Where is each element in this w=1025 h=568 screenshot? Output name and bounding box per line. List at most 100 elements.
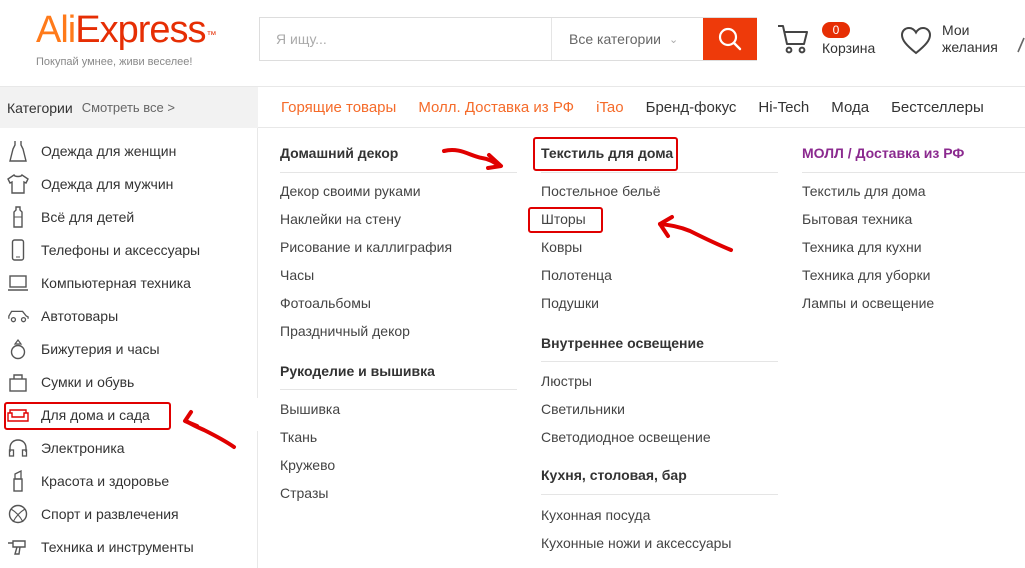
sidebar-item-label: Одежда для женщин [41, 142, 177, 159]
sidebar-item-label: Техника и инструменты [41, 538, 194, 555]
heart-icon [900, 26, 932, 55]
menu-item[interactable]: Кухонная посуда [541, 507, 650, 523]
dress-icon [7, 140, 29, 162]
nav-link-brand-focus[interactable]: Бренд-фокус [646, 99, 737, 116]
category-navbar: Категории Смотреть все > Горящие товары … [0, 86, 1025, 128]
menu-group-title[interactable]: Кухня, столовая, бар [541, 467, 687, 483]
logo-ali-text: Ali [36, 9, 76, 51]
menu-group-title[interactable]: Внутреннее освещение [541, 335, 704, 351]
divider [280, 172, 517, 173]
highlight-box-home-garden [4, 402, 171, 430]
search-category-select[interactable]: Все категории ⌄ [551, 18, 703, 60]
categories-title: Категории [7, 99, 73, 116]
sidebar-item-beauty[interactable]: Красота и здоровье [0, 464, 258, 497]
sidebar-item-label: Сумки и обувь [41, 373, 135, 390]
cart-link[interactable]: 0 Корзина [776, 20, 886, 64]
menu-item[interactable]: Светильники [541, 401, 625, 417]
menu-item[interactable]: Бытовая техника [802, 211, 912, 227]
shirt-icon [7, 173, 29, 195]
bag-icon [7, 371, 29, 393]
ring-icon [7, 338, 29, 360]
divider [802, 172, 1025, 173]
sidebar-item-jewelry[interactable]: Бижутерия и часы [0, 332, 258, 365]
sidebar-item-bags[interactable]: Сумки и обувь [0, 365, 258, 398]
sidebar-item-label: Всё для детей [41, 208, 135, 225]
wishlist-link[interactable]: Мои желания [900, 22, 1020, 66]
sidebar-item-kids[interactable]: Всё для детей [0, 200, 258, 233]
menu-item[interactable]: Праздничный декор [280, 323, 410, 339]
menu-item[interactable]: Ткань [280, 429, 317, 445]
cart-icon [778, 25, 808, 54]
highlight-box-textile [533, 137, 678, 171]
menu-item[interactable]: Светодиодное освещение [541, 429, 711, 445]
laptop-icon [7, 272, 29, 294]
account-icon[interactable] [1016, 36, 1025, 54]
sidebar-item-label: Спорт и развлечения [41, 505, 179, 522]
drill-icon [7, 536, 29, 558]
menu-item[interactable]: Кухонные ножи и аксессуары [541, 535, 731, 551]
menu-item[interactable]: Техника для кухни [802, 239, 922, 255]
menu-item[interactable]: Наклейки на стену [280, 211, 401, 227]
menu-group-title[interactable]: МОЛЛ / Доставка из РФ [802, 145, 964, 161]
cart-count-badge: 0 [822, 22, 850, 38]
menu-item[interactable]: Кружево [280, 457, 335, 473]
menu-item[interactable]: Вышивка [280, 401, 340, 417]
ball-icon [7, 503, 29, 525]
arrow-to-curtains [658, 222, 733, 252]
categories-header: Категории Смотреть все > [0, 87, 258, 128]
menu-item[interactable]: Текстиль для дома [802, 183, 926, 199]
menu-item[interactable]: Стразы [280, 485, 328, 501]
menu-item[interactable]: Полотенца [541, 267, 612, 283]
sidebar-item-men[interactable]: Одежда для мужчин [0, 167, 258, 200]
chevron-down-icon: ⌄ [668, 33, 679, 46]
divider [541, 494, 778, 495]
lipstick-icon [7, 469, 29, 492]
sidebar-item-tools[interactable]: Техника и инструменты [0, 530, 258, 563]
nav-link-hi-tech[interactable]: Hi-Tech [758, 99, 809, 116]
sidebar-item-computers[interactable]: Компьютерная техника [0, 266, 258, 299]
nav-link-fashion[interactable]: Мода [831, 99, 869, 116]
menu-item[interactable]: Постельное бельё [541, 183, 661, 199]
menu-item[interactable]: Техника для уборки [802, 267, 930, 283]
menu-item[interactable]: Декор своими руками [280, 183, 421, 199]
nav-link-bestsellers[interactable]: Бестселлеры [891, 99, 984, 116]
sidebar-item-label: Бижутерия и часы [41, 340, 160, 357]
nav-link-hot-deals[interactable]: Горящие товары [281, 99, 396, 116]
divider [541, 172, 778, 173]
sidebar-item-electronics[interactable]: Электроника [0, 431, 258, 464]
nav-link-mall[interactable]: Молл. Доставка из РФ [418, 99, 574, 116]
tagline: Покупай умнее, живи веселее! [36, 56, 193, 68]
see-all-link[interactable]: Смотреть все > [82, 100, 175, 115]
menu-group-title[interactable]: Рукоделие и вышивка [280, 363, 435, 379]
nav-link-itao[interactable]: iTao [596, 99, 624, 116]
search-input[interactable] [260, 18, 551, 60]
menu-item[interactable]: Ковры [541, 239, 582, 255]
sidebar-item-label: Одежда для мужчин [41, 175, 174, 192]
menu-item[interactable]: Рисование и каллиграфия [280, 239, 452, 255]
sidebar-item-label: Телефоны и аксессуары [41, 241, 201, 258]
menu-item[interactable]: Часы [280, 267, 314, 283]
arrow-to-textile-head [486, 153, 503, 170]
sidebar-item-women[interactable]: Одежда для женщин [0, 134, 258, 167]
sidebar-item-label: Автотовары [41, 307, 119, 324]
sidebar-item-sport[interactable]: Спорт и развлечения [0, 497, 258, 530]
bottle-icon [7, 205, 29, 228]
menu-group-title[interactable]: Домашний декор [280, 145, 398, 161]
aliexpress-logo[interactable]: AliExpress™ [36, 8, 217, 52]
menu-item[interactable]: Лампы и освещение [802, 295, 934, 311]
menu-item[interactable]: Фотоальбомы [280, 295, 371, 311]
search-icon [718, 27, 742, 51]
menu-item[interactable]: Подушки [541, 295, 599, 311]
logo-trademark: ™ [206, 30, 217, 41]
sidebar-item-label: Красота и здоровье [41, 472, 170, 489]
phone-icon [7, 238, 29, 261]
arrow-to-curtains-head [658, 215, 674, 238]
sidebar-item-phones[interactable]: Телефоны и аксессуары [0, 233, 258, 266]
cart-label: Корзина [822, 40, 876, 56]
search-button[interactable] [703, 18, 757, 60]
menu-item[interactable]: Люстры [541, 373, 592, 389]
arrow-to-textile [442, 148, 502, 168]
car-icon [7, 305, 29, 327]
sidebar-item-auto[interactable]: Автотовары [0, 299, 258, 332]
nav-links: Горящие товары Молл. Доставка из РФ iTao… [281, 87, 1006, 128]
